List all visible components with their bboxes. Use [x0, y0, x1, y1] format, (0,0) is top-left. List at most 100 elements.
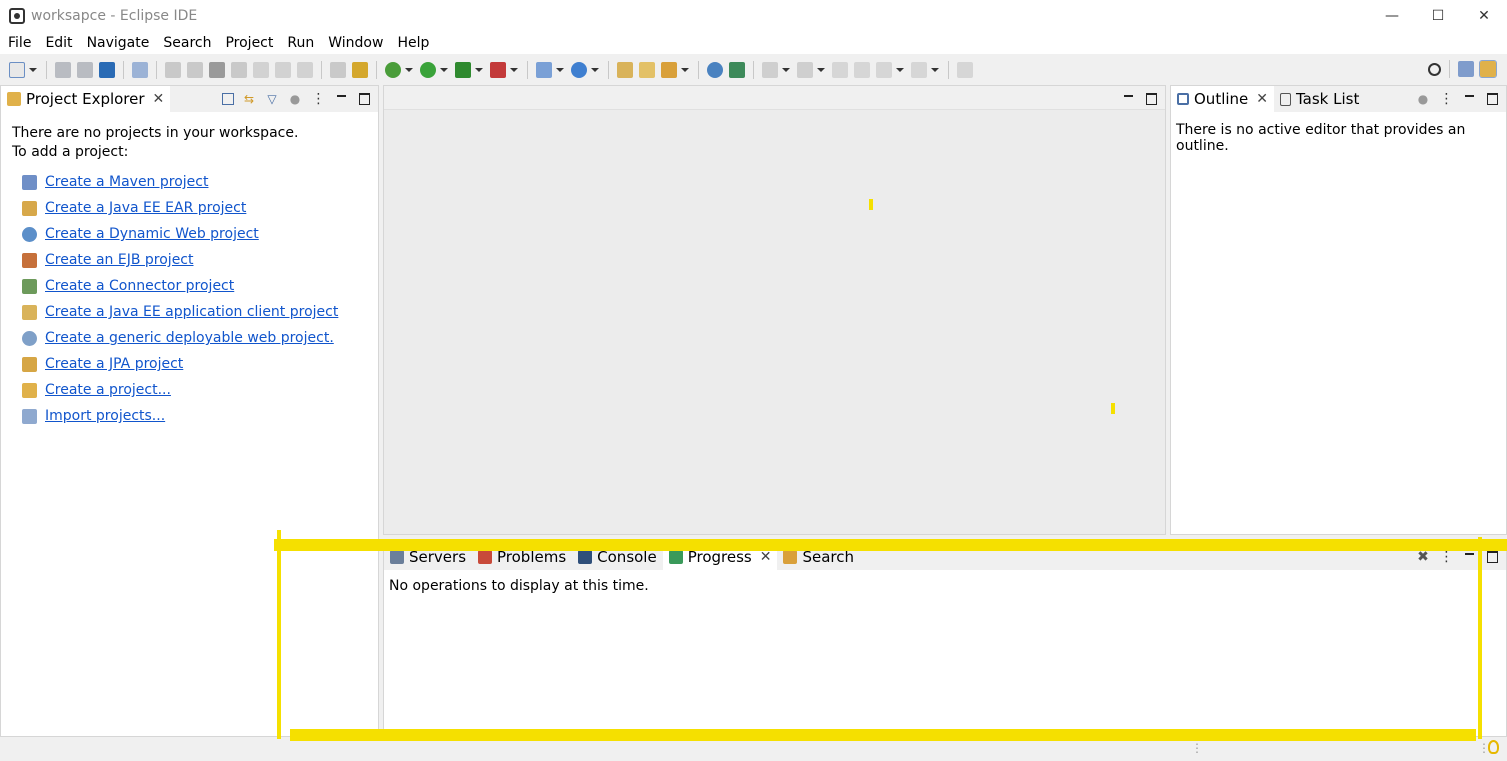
tab-outline[interactable]: Outline ✕ — [1171, 86, 1274, 112]
view-menu-icon[interactable]: ⋮ — [1438, 549, 1454, 565]
create-jpa-project-link[interactable]: Create a JPA project — [45, 356, 183, 372]
collapse-all-icon[interactable] — [222, 93, 234, 105]
skip-breakpoints-icon[interactable] — [132, 62, 148, 78]
menu-run[interactable]: Run — [280, 32, 321, 54]
save-icon[interactable] — [55, 62, 71, 78]
debug-icon[interactable] — [385, 62, 401, 78]
create-application-client-project-link[interactable]: Create a Java EE application client proj… — [45, 304, 338, 320]
minimize-view-icon[interactable] — [333, 91, 349, 107]
synchronize-icon[interactable]: ● — [287, 91, 303, 107]
previous-annotation-dropdown-icon[interactable] — [817, 68, 825, 72]
list-item[interactable]: Create a Dynamic Web project — [22, 221, 338, 247]
next-annotation-dropdown-icon[interactable] — [782, 68, 790, 72]
list-item[interactable]: Create a Java EE EAR project — [22, 195, 338, 221]
minimize-button[interactable]: — — [1369, 0, 1415, 32]
menu-help[interactable]: Help — [390, 32, 436, 54]
create-project-link[interactable]: Create a project... — [45, 382, 171, 398]
create-ear-project-link[interactable]: Create a Java EE EAR project — [45, 200, 246, 216]
list-item[interactable]: Create a JPA project — [22, 351, 338, 377]
menu-search[interactable]: Search — [156, 32, 218, 54]
globe-icon[interactable] — [707, 62, 723, 78]
close-icon[interactable]: ✕ — [1256, 91, 1268, 107]
terminal-icon[interactable] — [99, 62, 115, 78]
menu-window[interactable]: Window — [321, 32, 390, 54]
step-into-icon[interactable] — [253, 62, 269, 78]
step-return-icon[interactable] — [297, 62, 313, 78]
back-icon[interactable] — [876, 62, 892, 78]
disconnect-icon[interactable] — [231, 62, 247, 78]
minimize-view-icon[interactable] — [1461, 91, 1477, 107]
maximize-button[interactable]: ☐ — [1415, 0, 1461, 32]
external-tools-icon[interactable] — [490, 62, 506, 78]
run-dropdown-icon[interactable] — [440, 68, 448, 72]
list-item[interactable]: Create a Java EE application client proj… — [22, 299, 338, 325]
menu-navigate[interactable]: Navigate — [80, 32, 157, 54]
close-button[interactable]: ✕ — [1461, 0, 1507, 32]
new-server-icon[interactable] — [536, 62, 552, 78]
close-icon[interactable]: ✕ — [153, 91, 165, 107]
maximize-view-icon[interactable] — [1484, 549, 1500, 565]
list-item[interactable]: Create a project... — [22, 377, 338, 403]
debug-dropdown-icon[interactable] — [405, 68, 413, 72]
tab-task-list[interactable]: Task List — [1274, 86, 1365, 112]
search-icon[interactable] — [1428, 62, 1441, 76]
previous-annotation-icon[interactable] — [797, 62, 813, 78]
list-item[interactable]: Create an EJB project — [22, 247, 338, 273]
next-annotation-icon[interactable] — [762, 62, 778, 78]
open-task-icon[interactable] — [639, 62, 655, 78]
save-all-icon[interactable] — [77, 62, 93, 78]
create-generic-web-project-link[interactable]: Create a generic deployable web project. — [45, 330, 334, 346]
synchronize-icon[interactable]: ● — [1415, 91, 1431, 107]
maximize-view-icon[interactable] — [1484, 91, 1500, 107]
suspend-icon[interactable] — [187, 62, 203, 78]
pin-editor-icon[interactable] — [957, 62, 973, 78]
back-dropdown-icon[interactable] — [896, 68, 904, 72]
view-menu-icon[interactable]: ⋮ — [310, 91, 326, 107]
drop-to-frame-icon[interactable] — [352, 62, 368, 78]
external-tools-dropdown-icon[interactable] — [510, 68, 518, 72]
new-web-service-icon[interactable] — [571, 62, 587, 78]
menu-file[interactable]: File — [1, 32, 38, 54]
java-ee-perspective-icon[interactable] — [1479, 60, 1497, 78]
remove-all-finished-icon[interactable]: ✖ — [1415, 549, 1431, 565]
open-type-icon[interactable] — [617, 62, 633, 78]
coverage-dropdown-icon[interactable] — [475, 68, 483, 72]
list-item[interactable]: Import projects... — [22, 403, 338, 429]
create-maven-project-link[interactable]: Create a Maven project — [45, 174, 208, 190]
new-server-dropdown-icon[interactable] — [556, 68, 564, 72]
filter-icon[interactable]: ▽ — [264, 91, 280, 107]
maximize-view-icon[interactable] — [356, 91, 372, 107]
tab-project-explorer[interactable]: Project Explorer ✕ — [1, 86, 171, 112]
search-tool-icon[interactable] — [661, 62, 677, 78]
new-icon[interactable] — [9, 62, 25, 78]
next-edit-icon[interactable] — [854, 62, 870, 78]
menu-project[interactable]: Project — [218, 32, 280, 54]
search-tool-dropdown-icon[interactable] — [681, 68, 689, 72]
new-dropdown-icon[interactable] — [29, 68, 37, 72]
link-with-editor-icon[interactable]: ⇆ — [241, 91, 257, 107]
terminate-icon[interactable] — [209, 62, 225, 78]
lightbulb-icon[interactable] — [1488, 740, 1499, 754]
resume-icon[interactable] — [165, 62, 181, 78]
maximize-view-icon[interactable] — [1143, 91, 1159, 107]
list-item[interactable]: Create a Maven project — [22, 169, 338, 195]
new-web-service-dropdown-icon[interactable] — [591, 68, 599, 72]
import-projects-link[interactable]: Import projects... — [45, 408, 165, 424]
open-perspective-icon[interactable] — [1458, 61, 1474, 77]
use-step-filters-icon[interactable] — [330, 62, 346, 78]
web-browser-icon[interactable] — [729, 62, 745, 78]
forward-icon[interactable] — [911, 62, 927, 78]
create-connector-project-link[interactable]: Create a Connector project — [45, 278, 234, 294]
menu-edit[interactable]: Edit — [38, 32, 79, 54]
create-ejb-project-link[interactable]: Create an EJB project — [45, 252, 194, 268]
step-over-icon[interactable] — [275, 62, 291, 78]
view-menu-icon[interactable]: ⋮ — [1438, 91, 1454, 107]
minimize-view-icon[interactable] — [1120, 91, 1136, 107]
list-item[interactable]: Create a Connector project — [22, 273, 338, 299]
run-icon[interactable] — [420, 62, 436, 78]
minimize-view-icon[interactable] — [1461, 549, 1477, 565]
last-edit-icon[interactable] — [832, 62, 848, 78]
forward-dropdown-icon[interactable] — [931, 68, 939, 72]
list-item[interactable]: Create a generic deployable web project. — [22, 325, 338, 351]
create-dynamic-web-project-link[interactable]: Create a Dynamic Web project — [45, 226, 259, 242]
